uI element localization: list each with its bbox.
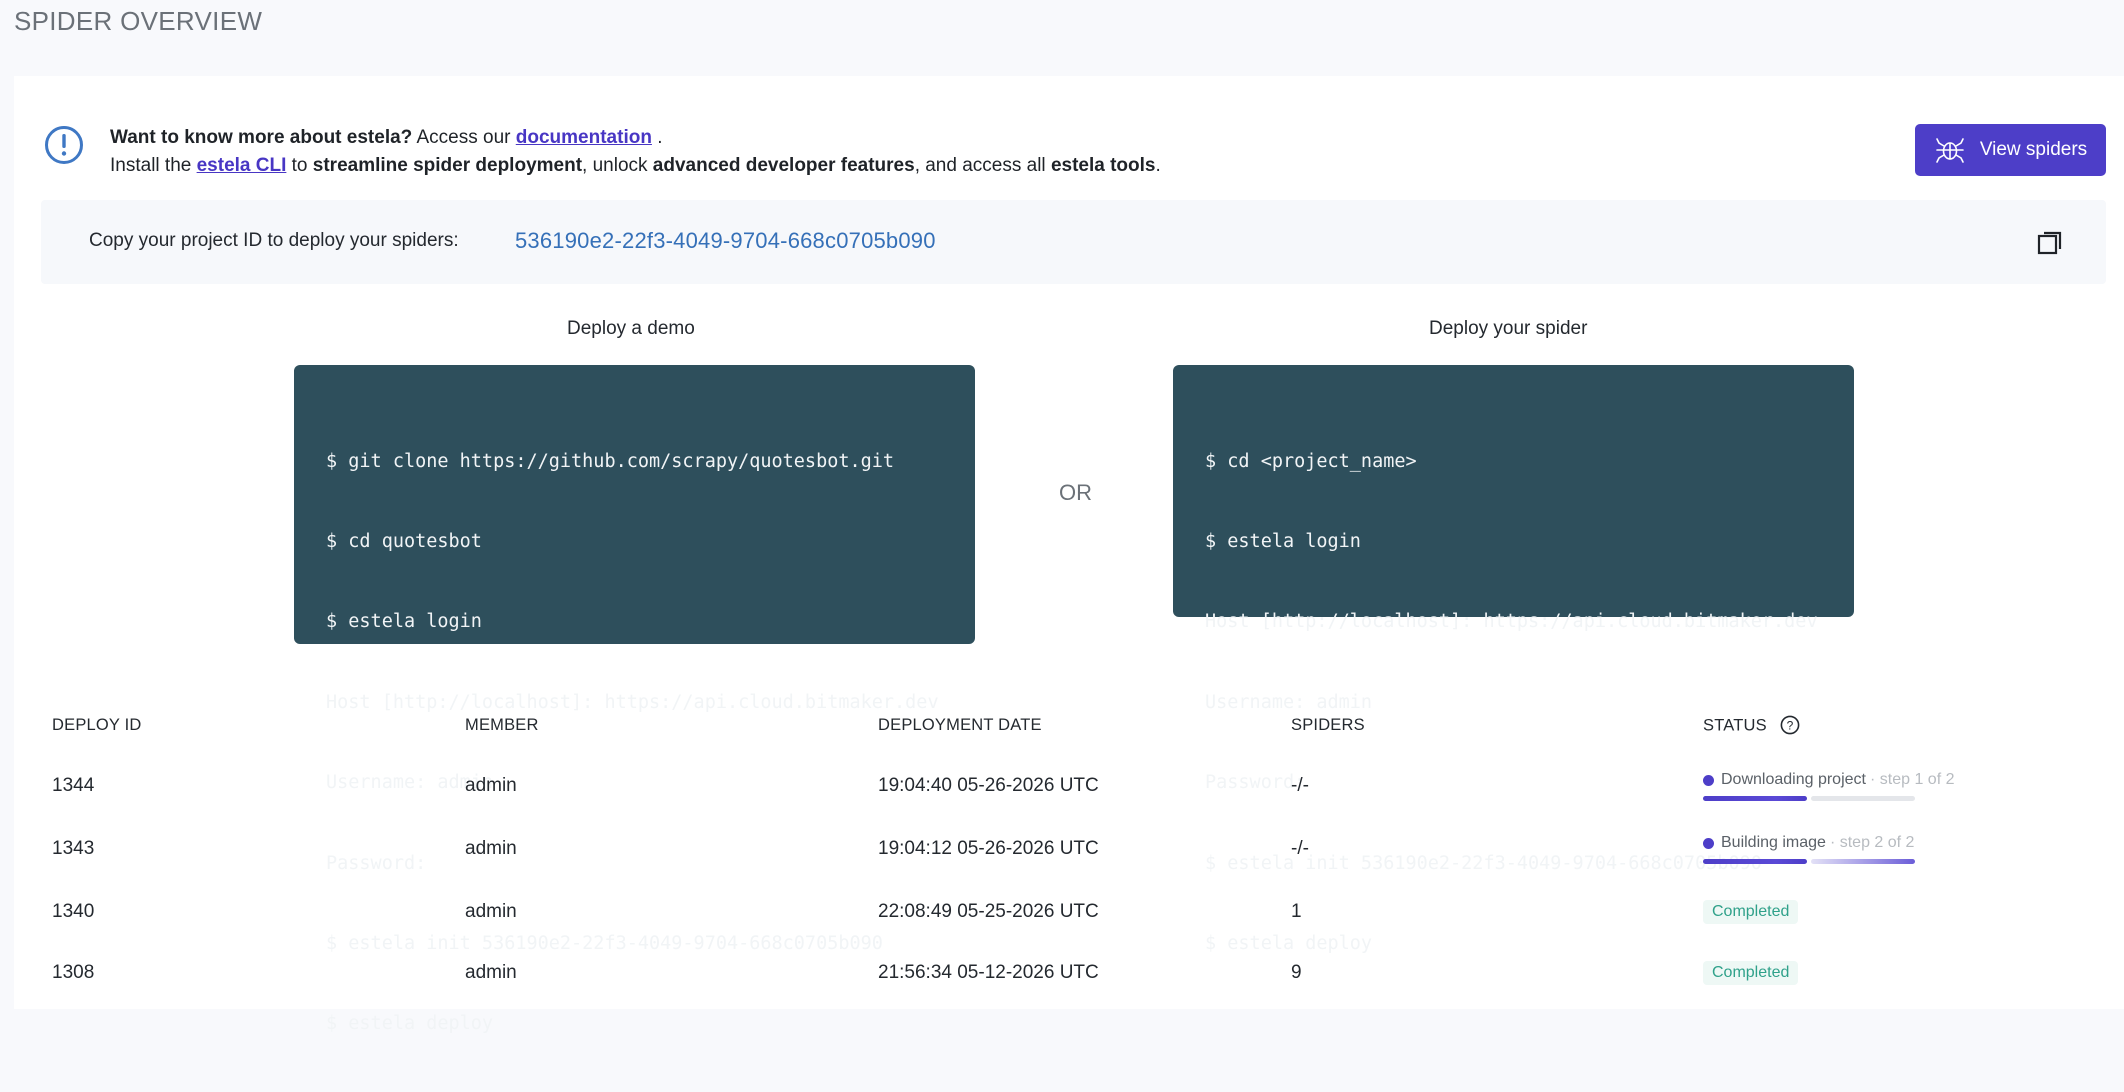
code-line: $ estela init 536190e2-22f3-4049-9704-66… — [326, 932, 883, 954]
member-cell: admin — [465, 962, 517, 983]
spiders-cell: 9 — [1291, 962, 1302, 983]
info-text-4: to — [286, 155, 313, 176]
status-label: Building image — [1721, 834, 1826, 851]
deploy-id-cell: 1344 — [52, 775, 95, 796]
status-dot — [1703, 774, 1714, 786]
code-line: $ estela login — [326, 611, 482, 633]
status-header-label: STATUS — [1703, 716, 1767, 735]
info-text-2: . — [651, 127, 663, 148]
progress-segment — [1703, 859, 1807, 864]
view-spiders-label: View spiders — [1979, 139, 2088, 160]
documentation-link[interactable]: documentation — [516, 127, 652, 148]
status-cell: Downloading project · step 1 of 2 — [1703, 771, 1954, 801]
view-spiders-button[interactable]: View spiders — [1915, 124, 2106, 176]
status-badge: Completed — [1703, 961, 1799, 985]
deployment-date-cell: 21:56:34 05-12-2026 UTC — [878, 962, 1099, 983]
progress-segment — [1811, 859, 1915, 864]
estela-cli-link[interactable]: estela CLI — [197, 155, 287, 176]
status-step: · step 1 of 2 — [1869, 771, 1955, 788]
info-message: Want to know more about estela? Access o… — [110, 124, 1161, 180]
code-line: $ estela deploy — [326, 1013, 494, 1035]
member-cell: admin — [465, 901, 517, 922]
deploy-spider-code[interactable]: $ cd <project_name> $ estela login Host … — [1173, 365, 1854, 954]
project-id-label: Copy your project ID to deploy your spid… — [89, 230, 459, 251]
spiders-cell: -/- — [1291, 838, 1309, 859]
code-line: $ estela deploy — [1205, 932, 1373, 954]
code-line: $ git clone https://github.com/scrapy/qu… — [326, 450, 895, 472]
status-cell: Completed — [1703, 961, 1799, 985]
info-bold-3: estela tools — [1050, 155, 1156, 176]
member-cell: admin — [465, 775, 517, 796]
deploy-id-cell: 1308 — [52, 962, 95, 983]
progress-segment — [1811, 796, 1915, 801]
deploy-id-cell: 1340 — [52, 901, 95, 922]
code-line: Username: admin — [1205, 691, 1373, 713]
deployment-date-cell: 19:04:12 05-26-2026 UTC — [878, 838, 1099, 859]
status-label: Downloading project — [1721, 771, 1866, 788]
info-icon — [45, 126, 83, 164]
code-line: Username: admin — [326, 772, 494, 794]
page-title: SPIDER OVERVIEW — [14, 6, 263, 36]
status-badge: Completed — [1703, 900, 1799, 924]
column-header-deploy-id: DEPLOY ID — [52, 716, 142, 734]
deploy-spider-heading: Deploy your spider — [1429, 318, 1588, 339]
info-text-3: Install the — [110, 155, 197, 176]
deploy-demo-code[interactable]: $ git clone https://github.com/scrapy/qu… — [294, 365, 975, 1034]
status-step: · step 2 of 2 — [1829, 834, 1915, 851]
column-header-deployment-date: DEPLOYMENT DATE — [878, 716, 1042, 734]
info-bold-1: streamline spider deployment — [312, 155, 583, 176]
progress-bar — [1703, 859, 1915, 864]
project-id-panel: Copy your project ID to deploy your spid… — [41, 200, 2106, 284]
spider-icon — [1936, 138, 1964, 163]
code-line: Host [http://localhost]: https://api.clo… — [1205, 611, 1818, 633]
info-text-1: Access our — [412, 127, 516, 148]
status-cell: Building image · step 2 of 2 — [1703, 834, 1915, 864]
or-separator: OR — [1059, 480, 1092, 505]
code-line: $ cd <project_name> — [1205, 450, 1417, 472]
deployment-date-cell: 19:04:40 05-26-2026 UTC — [878, 775, 1099, 796]
column-header-status: STATUS ? — [1703, 715, 1800, 736]
deploy-demo-heading: Deploy a demo — [567, 318, 695, 339]
column-header-member: MEMBER — [465, 716, 539, 734]
progress-segment — [1703, 796, 1807, 801]
column-header-spiders: SPIDERS — [1291, 716, 1365, 734]
progress-bar — [1703, 796, 1954, 801]
code-line: $ estela login — [1205, 530, 1361, 552]
project-id-value[interactable]: 536190e2-22f3-4049-9704-668c0705b090 — [515, 228, 936, 254]
code-line: Host [http://localhost]: https://api.clo… — [326, 691, 939, 713]
info-text-6: , and access all — [914, 155, 1051, 176]
spiders-cell: -/- — [1291, 775, 1309, 796]
info-text-5: , unlock — [582, 155, 653, 176]
overview-card: Want to know more about estela? Access o… — [14, 76, 2124, 1034]
info-text-7: . — [1155, 155, 1161, 176]
member-cell: admin — [465, 838, 517, 859]
code-line: $ cd quotesbot — [326, 530, 482, 552]
deploy-id-cell: 1343 — [52, 838, 95, 859]
help-icon[interactable]: ? — [1780, 715, 1800, 735]
status-dot — [1703, 837, 1714, 849]
deployment-date-cell: 22:08:49 05-25-2026 UTC — [878, 901, 1099, 922]
svg-text:?: ? — [1786, 718, 1793, 732]
code-line: Password: — [326, 852, 427, 874]
copy-icon[interactable] — [2037, 230, 2063, 256]
info-heading: Want to know more about estela? — [110, 127, 413, 148]
info-bold-2: advanced developer features — [652, 155, 915, 176]
spiders-cell: 1 — [1291, 901, 1302, 922]
status-cell: Completed — [1703, 900, 1799, 924]
